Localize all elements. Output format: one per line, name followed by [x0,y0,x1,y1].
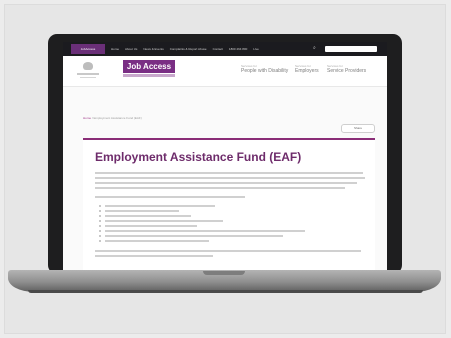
nav-link-news[interactable]: News & Events [143,47,163,51]
paragraph-text-line [95,187,345,189]
nav-link-phone[interactable]: 1800 464 800 [229,47,247,51]
breadcrumb-current: / Employment Assistance Fund (EAF) [91,116,142,120]
list-item-text [105,220,223,222]
laptop-base-shadow [28,290,423,293]
list-bullet [99,235,101,237]
audience-label: Service Providers [327,68,367,74]
paragraph-text-line [95,182,357,184]
list-bullet [99,215,101,217]
list-bullet [99,230,101,232]
nav-link-contact[interactable]: Contact [213,47,223,51]
brand-tab[interactable]: JobAccess [71,44,105,54]
paragraph-text-line [95,177,365,179]
list-bullet [99,205,101,207]
laptop-screen: JobAccess Home About Us News & Events Co… [63,42,387,276]
breadcrumb-home-link[interactable]: Home [83,116,91,120]
job-access-tagline-bar [123,74,175,77]
audience-label: People with Disability [241,68,289,74]
list-bullet [99,220,101,222]
nav-link-about[interactable]: About Us [125,47,137,51]
page-title: Employment Assistance Fund (EAF) [95,150,302,164]
paragraph-text-line [95,250,361,252]
job-access-logo[interactable]: Job Access [123,60,175,73]
nav-link-complaints[interactable]: Complaints & Report Abuse [170,47,207,51]
nav-links: Home About Us News & Events Complaints &… [111,42,259,56]
audience-link-people[interactable]: Services for People with Disability [241,64,288,75]
paragraph-text-line [95,172,363,174]
list-item-text [105,210,179,212]
list-item-text [105,205,215,207]
government-crest-logo[interactable] [77,62,99,78]
article-card: Employment Assistance Fund (EAF) [83,138,375,276]
search-icon[interactable]: ⌕ [313,45,316,52]
audience-link-providers[interactable]: Services for Service Providers [327,64,366,75]
list-bullet [99,210,101,212]
list-item-text [105,230,305,232]
audience-link-employers[interactable]: Services for Employers [295,64,319,75]
audience-label: Employers [295,68,319,74]
list-item-text [105,235,283,237]
brand-tab-label: JobAccess [80,47,96,51]
top-navigation-bar: JobAccess Home About Us News & Events Co… [63,42,387,56]
nav-link-home[interactable]: Home [111,47,119,51]
nav-link-live[interactable]: Live [253,47,259,51]
logo-header: Job Access Services for People with Disa… [63,56,387,87]
paragraph-text-line [95,196,245,198]
list-item-text [105,225,197,227]
list-item-text [105,240,209,242]
share-button-label: Share [353,126,362,130]
share-button[interactable]: Share [341,124,375,133]
list-item-text [105,215,191,217]
breadcrumb: Home / Employment Assistance Fund (EAF) [83,116,142,120]
list-bullet [99,225,101,227]
list-bullet [99,240,101,242]
laptop-hinge-notch [203,271,245,275]
paragraph-text-line [95,255,213,257]
laptop-base [8,270,441,292]
search-input[interactable] [325,46,377,52]
